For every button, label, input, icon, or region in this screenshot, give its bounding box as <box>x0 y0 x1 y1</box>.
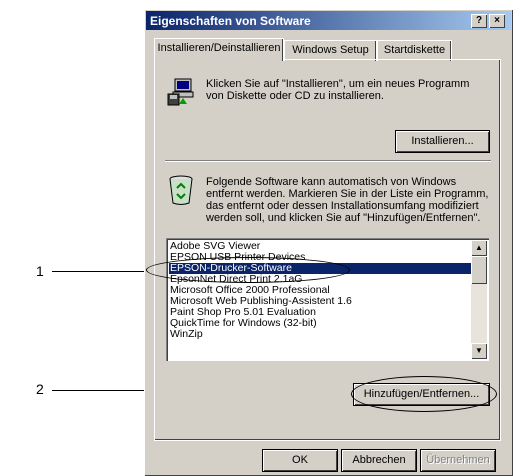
scroll-down-icon[interactable]: ▼ <box>471 343 487 359</box>
title-bar[interactable]: Eigenschaften von Software ? × <box>146 11 511 30</box>
cancel-button[interactable]: Abbrechen <box>342 450 416 471</box>
tab-install-uninstall[interactable]: Installieren/Deinstallieren <box>154 38 284 61</box>
callout-number-2: 2 <box>36 381 44 397</box>
close-button[interactable]: × <box>489 14 505 28</box>
section-divider <box>165 160 491 162</box>
cancel-button-label: Abbrechen <box>352 454 406 466</box>
list-scrollbar[interactable]: ▲ ▼ <box>471 240 487 359</box>
scroll-thumb[interactable] <box>471 256 487 284</box>
software-list[interactable]: Adobe SVG Viewer EPSON USB Printer Devic… <box>166 238 489 361</box>
install-description: Klicken Sie auf "Installieren", um ein n… <box>206 78 470 102</box>
callout-line-1 <box>52 271 148 272</box>
uninstall-description: Folgende Software kann automatisch von W… <box>206 176 489 224</box>
install-button-label: Installieren... <box>411 135 474 147</box>
callout-ellipse-1 <box>146 257 350 283</box>
ok-button-label: OK <box>292 454 308 466</box>
dialog-title: Eigenschaften von Software <box>150 14 311 28</box>
apply-button-label: Übernehmen <box>426 454 490 466</box>
help-button[interactable]: ? <box>471 14 487 28</box>
ok-button[interactable]: OK <box>263 450 337 471</box>
callout-number-1: 1 <box>36 263 44 279</box>
tab-startup-disk[interactable]: Startdiskette <box>377 40 452 61</box>
recycle-bin-icon <box>167 174 195 206</box>
list-item[interactable]: WinZip <box>169 329 203 340</box>
callout-ellipse-2 <box>351 376 497 412</box>
apply-button[interactable]: Übernehmen <box>421 450 495 471</box>
properties-dialog: Eigenschaften von Software ? × Installie… <box>144 9 513 476</box>
install-button[interactable]: Installieren... <box>396 131 489 152</box>
tab-windows-setup[interactable]: Windows Setup <box>284 40 377 61</box>
installer-computer-icon <box>165 76 197 108</box>
scroll-up-icon[interactable]: ▲ <box>471 240 487 256</box>
